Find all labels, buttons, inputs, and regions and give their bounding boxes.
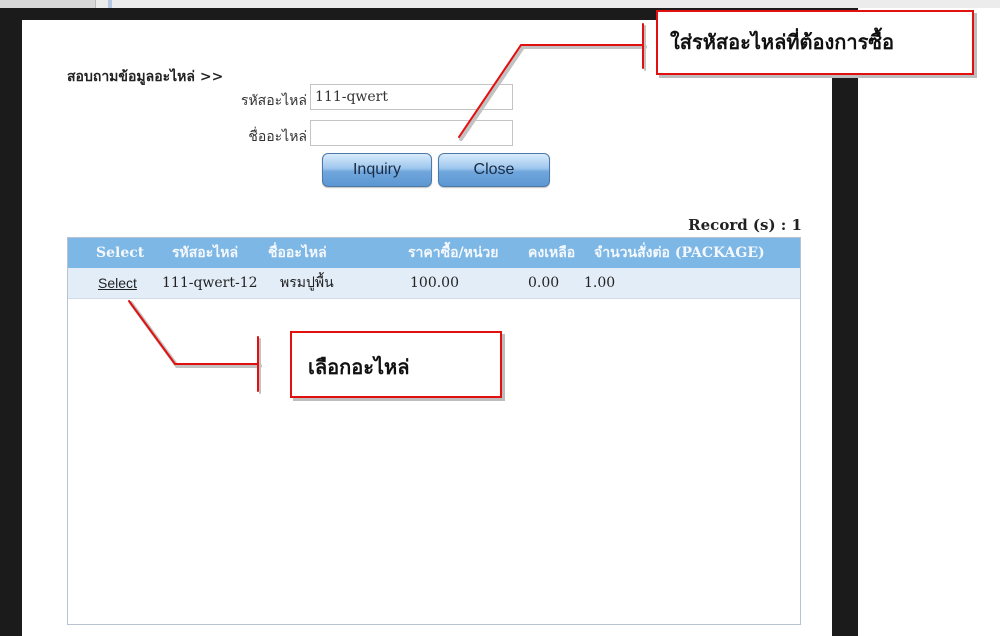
section-title: สอบถามข้อมูลอะไหล่ >> <box>67 69 224 85</box>
close-button[interactable]: Close <box>438 153 550 187</box>
browser-tab[interactable] <box>0 0 96 8</box>
header-price: ราคาซื้อ/หน่วย <box>408 245 499 261</box>
part-inquiry-dialog: สอบถามข้อมูลอะไหล่ >> รหัสอะไหล่ ชื่ออะไ… <box>22 20 832 636</box>
browser-tab-marker <box>108 0 112 8</box>
header-select: Select <box>96 245 145 261</box>
cell-order-qty: 1.00 <box>584 275 616 291</box>
part-name-label: ชื่ออะไหล่ <box>248 129 307 145</box>
cell-part-name: พรมปูพื้น <box>280 275 334 291</box>
grid-header: Select รหัสอะไหล่ ชื่ออะไหล่ ราคาซื้อ/หน… <box>68 238 800 268</box>
results-grid: Select รหัสอะไหล่ ชื่ออะไหล่ ราคาซื้อ/หน… <box>67 237 801 625</box>
part-code-label: รหัสอะไหล่ <box>240 93 307 109</box>
part-name-input[interactable] <box>310 120 513 146</box>
cell-price: 100.00 <box>410 275 459 291</box>
inquiry-button[interactable]: Inquiry <box>322 153 432 187</box>
header-remaining: คงเหลือ <box>528 245 576 261</box>
header-part-code: รหัสอะไหล่ <box>172 245 239 261</box>
select-link[interactable]: Select <box>98 268 137 298</box>
header-order-qty: จำนวนสั่งต่อ (PACKAGE) <box>594 245 765 261</box>
cell-remaining: 0.00 <box>528 275 560 291</box>
browser-tab-strip <box>0 0 1000 8</box>
part-code-input[interactable] <box>310 84 513 110</box>
table-row: Select 111-qwert-12 พรมปูพื้น 100.00 0.0… <box>68 268 800 299</box>
cell-part-code: 111-qwert-12 <box>162 275 258 291</box>
top-callout: ใส่รหัสอะไหล่ที่ต้องการซื้อ <box>656 10 974 75</box>
bottom-callout: เลือกอะไหล่ <box>290 331 502 398</box>
record-count: Record (s) : 1 <box>688 216 802 234</box>
header-part-name: ชื่ออะไหล่ <box>268 245 327 261</box>
